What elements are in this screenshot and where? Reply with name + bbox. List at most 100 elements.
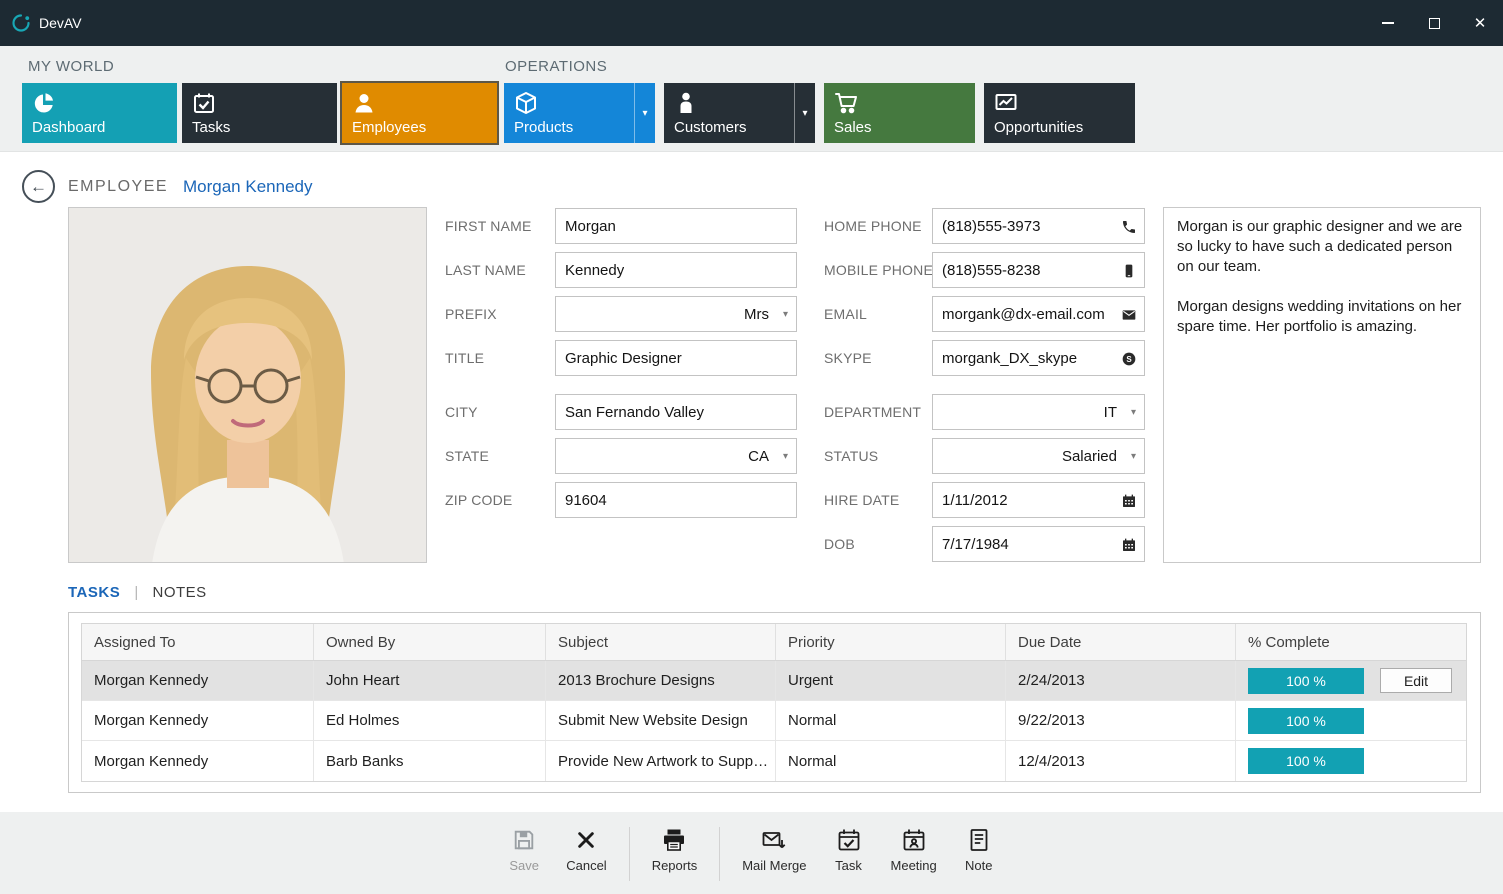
field-label: LAST NAME: [445, 262, 526, 278]
state-select[interactable]: CA▾: [555, 438, 797, 474]
field-label: HIRE DATE: [824, 492, 899, 508]
minimize-icon: [1382, 22, 1394, 24]
note-button[interactable]: Note: [959, 825, 999, 873]
field-label: MOBILE PHONE: [824, 262, 933, 278]
ribbon-tab-tasks[interactable]: Tasks: [182, 83, 337, 143]
mail-merge-button[interactable]: Mail Merge: [742, 825, 806, 873]
dashboard-icon: [31, 90, 57, 116]
close-icon: ✕: [1474, 14, 1487, 32]
breadcrumb: EMPLOYEE: [68, 178, 168, 196]
ribbon-tab-label: Employees: [352, 119, 426, 136]
hire-date-input[interactable]: 1/11/2012: [932, 482, 1145, 518]
sales-icon: [833, 90, 859, 116]
field-status: STATUS Salaried▾: [824, 438, 1145, 474]
column-header-complete[interactable]: % Complete: [1236, 624, 1466, 660]
skype-input[interactable]: morgank_DX_skype S: [932, 340, 1145, 376]
column-header-priority[interactable]: Priority: [776, 624, 1006, 660]
table-row[interactable]: Morgan Kennedy Barb Banks Provide New Ar…: [82, 741, 1466, 781]
cell-assigned-to: Morgan Kennedy: [82, 701, 314, 740]
app-window: DevAV ✕ MY WORLD OPERATIONS Dashboard Ta…: [0, 0, 1503, 894]
ribbon-tab-dashboard[interactable]: Dashboard: [22, 83, 177, 143]
field-city: CITY San Fernando Valley: [445, 394, 797, 430]
cell-subject: Submit New Website Design: [546, 701, 776, 740]
back-arrow-icon: ←: [30, 177, 47, 197]
reports-button[interactable]: Reports: [652, 825, 698, 873]
status-select[interactable]: Salaried▾: [932, 438, 1145, 474]
chevron-down-icon: ▾: [1131, 451, 1136, 462]
last-name-input[interactable]: Kennedy: [555, 252, 797, 288]
save-button[interactable]: Save: [504, 825, 544, 873]
field-label: HOME PHONE: [824, 218, 922, 234]
column-header-subject[interactable]: Subject: [546, 624, 776, 660]
phone-icon: [1121, 219, 1137, 235]
table-row[interactable]: Morgan Kennedy John Heart 2013 Brochure …: [82, 661, 1466, 701]
cell-complete: 100 %: [1236, 741, 1466, 781]
prefix-select[interactable]: Mrs▾: [555, 296, 797, 332]
field-mobile-phone: MOBILE PHONE (818)555-8238: [824, 252, 1145, 288]
column-header-due-date[interactable]: Due Date: [1006, 624, 1236, 660]
chevron-down-icon: ▾: [783, 309, 788, 320]
employee-notes[interactable]: Morgan is our graphic designer and we ar…: [1163, 207, 1481, 563]
employee-photo: [68, 207, 427, 563]
zip-code-input[interactable]: 91604: [555, 482, 797, 518]
table-row[interactable]: Morgan Kennedy Ed Holmes Submit New Webs…: [82, 701, 1466, 741]
chevron-down-icon: ▾: [783, 451, 788, 462]
customers-dropdown-arrow[interactable]: ▾: [794, 83, 815, 143]
field-dob: DOB 7/17/1984: [824, 526, 1145, 562]
cell-owned-by: Barb Banks: [314, 741, 546, 781]
ribbon-tab-employees[interactable]: Employees: [342, 83, 497, 143]
meeting-button[interactable]: Meeting: [891, 825, 937, 873]
ribbon-tab-label: Customers: [674, 119, 747, 136]
tasks-grid: Assigned To Owned By Subject Priority Du…: [81, 623, 1467, 782]
field-prefix: PREFIX Mrs▾: [445, 296, 797, 332]
cell-owned-by: John Heart: [314, 661, 546, 700]
task-button[interactable]: Task: [829, 825, 869, 873]
ribbon: MY WORLD OPERATIONS Dashboard Tasks Empl…: [0, 46, 1503, 152]
calendar-icon: [1121, 493, 1137, 509]
field-label: CITY: [445, 404, 478, 420]
skype-icon: S: [1121, 351, 1137, 367]
products-dropdown-arrow[interactable]: ▾: [634, 83, 655, 143]
maximize-button[interactable]: [1411, 0, 1457, 46]
save-icon: [512, 825, 536, 855]
dob-input[interactable]: 7/17/1984: [932, 526, 1145, 562]
department-select[interactable]: IT▾: [932, 394, 1145, 430]
field-label: ZIP CODE: [445, 492, 512, 508]
mail-icon: [1121, 307, 1137, 323]
field-label: DOB: [824, 536, 855, 552]
svg-text:S: S: [1126, 355, 1132, 364]
ribbon-tab-customers[interactable]: Customers ▾: [664, 83, 815, 143]
home-phone-input[interactable]: (818)555-3973: [932, 208, 1145, 244]
cancel-icon: [575, 825, 597, 855]
app-logo-icon: [11, 13, 31, 33]
field-label: EMAIL: [824, 306, 867, 322]
mail-merge-icon: [761, 825, 787, 855]
tab-tasks[interactable]: TASKS: [68, 584, 120, 601]
ribbon-tab-products[interactable]: Products ▾: [504, 83, 655, 143]
ribbon-tab-opportunities[interactable]: Opportunities: [984, 83, 1135, 143]
ribbon-tab-sales[interactable]: Sales: [824, 83, 975, 143]
back-button[interactable]: ←: [22, 170, 55, 203]
column-header-assigned-to[interactable]: Assigned To: [82, 624, 314, 660]
cell-owned-by: Ed Holmes: [314, 701, 546, 740]
field-skype: SKYPE morgank_DX_skype S: [824, 340, 1145, 376]
close-button[interactable]: ✕: [1457, 0, 1503, 46]
cell-due-date: 9/22/2013: [1006, 701, 1236, 740]
field-label: TITLE: [445, 350, 484, 366]
first-name-input[interactable]: Morgan: [555, 208, 797, 244]
email-input[interactable]: morgank@dx-email.com: [932, 296, 1145, 332]
column-header-owned-by[interactable]: Owned By: [314, 624, 546, 660]
cancel-button[interactable]: Cancel: [566, 825, 606, 873]
tab-separator: |: [134, 584, 138, 601]
mobile-phone-input[interactable]: (818)555-8238: [932, 252, 1145, 288]
task-icon: [836, 825, 862, 855]
field-first-name: FIRST NAME Morgan: [445, 208, 797, 244]
cell-assigned-to: Morgan Kennedy: [82, 741, 314, 781]
customers-icon: [673, 90, 699, 116]
title-input[interactable]: Graphic Designer: [555, 340, 797, 376]
edit-button[interactable]: Edit: [1380, 668, 1452, 693]
tab-notes[interactable]: NOTES: [152, 584, 206, 601]
city-input[interactable]: San Fernando Valley: [555, 394, 797, 430]
minimize-button[interactable]: [1365, 0, 1411, 46]
maximize-icon: [1429, 18, 1440, 29]
